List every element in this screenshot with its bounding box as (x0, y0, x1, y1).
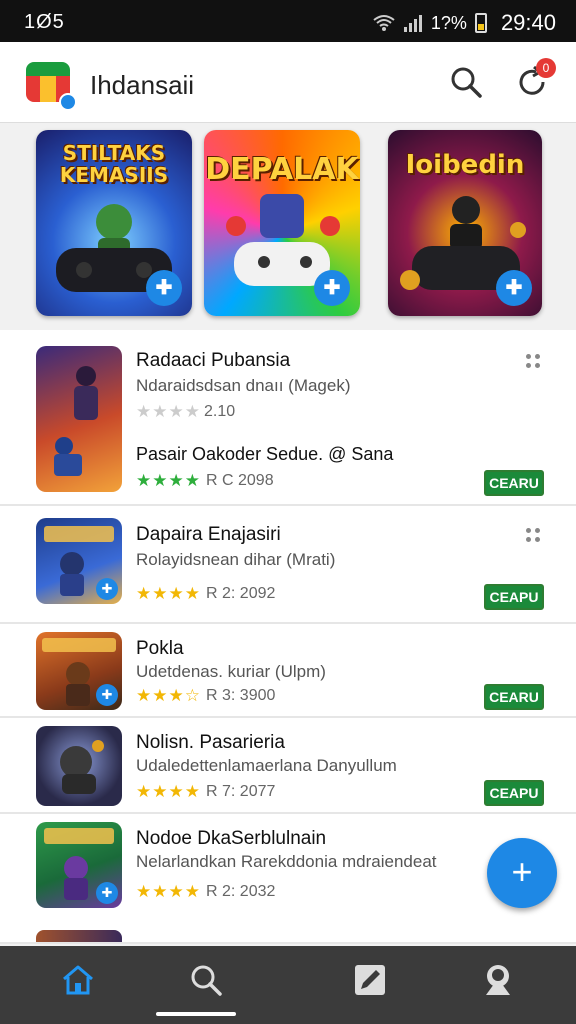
get-button[interactable]: CEARU (484, 684, 544, 710)
list-item[interactable]: Nolisn. Pasarieria Udaledettenlamaerlana… (0, 718, 576, 814)
featured-carousel: STILTAKS KEMASIIS ✚ DEPALAK ✚ Ioibedin ✚ (0, 130, 576, 320)
item-subtitle: Rolayidsnean dihar (Mrati) (136, 550, 336, 569)
rating-text: R 7: 2077 (206, 783, 276, 800)
next-item-thumbnail-peek (36, 930, 122, 942)
thumbnail-badge-icon: ✚ (96, 578, 118, 600)
notification-badge: 0 (536, 58, 556, 78)
battery-percent: 1?% (430, 12, 467, 33)
get-button[interactable]: CEAPU (484, 780, 544, 806)
rating-stars: ★★★☆ (136, 686, 201, 705)
game-thumbnail: ✚ (36, 632, 122, 710)
card-add-button[interactable]: ✚ (496, 270, 532, 306)
clock: 29:40 (500, 10, 556, 35)
rating-stars: ★★★★ (136, 402, 201, 421)
rating-text: 2.10 (204, 403, 236, 420)
add-fab-button[interactable]: + (487, 838, 557, 908)
app-bar: Ihdansaii 0 (0, 42, 576, 123)
home-icon[interactable] (60, 962, 96, 998)
item-title: Dapaira Enajasiri (136, 524, 281, 545)
more-options-icon[interactable] (526, 354, 540, 368)
game-thumbnail (36, 726, 122, 806)
item-title: Radaaci Pubansia (136, 350, 291, 371)
game-thumbnail: ✚ (36, 822, 122, 908)
game-character-illustration (60, 740, 104, 794)
rating-text: R 2: 2092 (206, 585, 276, 602)
rating-stars: ★★★★ (136, 471, 201, 490)
item-subtitle: Udaledettenlamaerlana Danyullum (136, 756, 397, 775)
nav-active-indicator (156, 1012, 236, 1016)
status-left-text: 1Ø5 (24, 11, 65, 33)
more-options-icon[interactable] (526, 528, 540, 542)
item-title: Pokla (136, 638, 184, 659)
rating-stars: ★★★★ (136, 782, 201, 801)
game-thumbnail (36, 346, 122, 492)
rating-stars: ★★★★ (136, 882, 201, 901)
item-title: Nolisn. Pasarieria (136, 732, 285, 753)
bottom-navigation (0, 946, 576, 1024)
list-item[interactable]: Radaaci Pubansia Ndaraidsdsan dnaıı (Mag… (0, 330, 576, 506)
wifi-icon (373, 15, 395, 31)
search-icon[interactable] (448, 64, 484, 100)
item-title: Nodoe DkaSerblulnain (136, 828, 327, 849)
get-button[interactable]: CEARU (484, 470, 544, 496)
item-subtitle: Nelarlandkan Rarekddonia mdraiendeat (136, 852, 437, 871)
game-thumbnail: ✚ (36, 518, 122, 604)
battery-icon (474, 13, 487, 33)
refresh-button[interactable]: 0 (514, 58, 556, 100)
card-add-button[interactable]: ✚ (314, 270, 350, 306)
profile-icon[interactable] (480, 962, 516, 998)
search-icon[interactable] (188, 962, 224, 998)
thumbnail-badge-icon: ✚ (96, 882, 118, 904)
featured-card[interactable]: Ioibedin ✚ (388, 130, 542, 316)
status-bar: 1Ø5 1?% 29:40 (0, 0, 576, 42)
thumbnail-badge-icon: ✚ (96, 684, 118, 706)
app-title: Ihdansaii (90, 70, 195, 100)
rating-text: R C 2098 (206, 472, 274, 489)
featured-card[interactable]: DEPALAK ✚ (204, 130, 360, 316)
signal-icon (403, 15, 422, 32)
item-subtitle: Udetdenas. kuriar (Ulpm) (136, 662, 326, 681)
featured-card[interactable]: STILTAKS KEMASIIS ✚ (36, 130, 192, 316)
game-character-illustration (54, 366, 98, 476)
item-subtitle: Ndaraidsdsan dnaıı (Magek) (136, 376, 351, 395)
list-item[interactable]: ✚ Pokla Udetdenas. kuriar (Ulpm) ★★★☆ R … (0, 624, 576, 718)
edit-icon[interactable] (352, 962, 388, 998)
item-secondary-title: Pasair Oakoder Sedue. @ Sana (136, 444, 394, 464)
rating-text: R 2: 2032 (206, 883, 276, 900)
list-item[interactable]: ✚ Dapaira Enajasiri Rolayidsnean dihar (… (0, 506, 576, 624)
logo-badge-icon (59, 93, 77, 111)
card-add-button[interactable]: ✚ (146, 270, 182, 306)
get-button[interactable]: CEAPU (484, 584, 544, 610)
rating-stars: ★★★★ (136, 584, 201, 603)
rating-text: R 3: 3900 (206, 687, 276, 704)
